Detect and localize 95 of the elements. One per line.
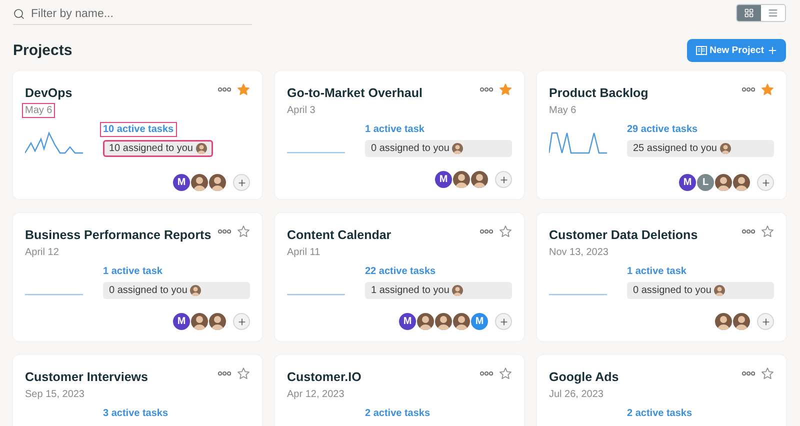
add-member-button[interactable] [495, 171, 512, 188]
member-avatar[interactable]: M [398, 312, 417, 331]
project-date: Jul 26, 2023 [548, 388, 604, 401]
plus-icon [498, 316, 508, 326]
project-name[interactable]: Google Ads [549, 370, 619, 384]
assigned-count: 1 assigned to you [371, 285, 450, 296]
more-icon[interactable] [480, 87, 493, 92]
list-icon [768, 8, 778, 18]
search-icon [13, 8, 25, 20]
member-avatar[interactable]: M [172, 312, 191, 331]
add-member-button[interactable] [233, 313, 250, 330]
add-member-button[interactable] [233, 174, 250, 191]
member-avatar[interactable] [452, 170, 471, 189]
project-date: Nov 13, 2023 [548, 246, 610, 259]
project-date: May 6 [23, 104, 54, 117]
project-date: April 3 [286, 104, 316, 117]
member-avatar[interactable] [452, 312, 471, 331]
member-avatar[interactable] [714, 173, 733, 192]
project-date: April 11 [286, 246, 322, 259]
member-avatar[interactable] [714, 312, 733, 331]
member-avatar[interactable]: M [678, 173, 697, 192]
star-icon[interactable] [499, 225, 512, 238]
plus-icon [236, 316, 246, 326]
assigned-count: 10 assigned to you [109, 143, 193, 154]
project-name[interactable]: Business Performance Reports [25, 228, 212, 242]
plus-icon [760, 178, 770, 188]
project-name[interactable]: Go-to-Market Overhaul [287, 86, 422, 100]
member-avatar[interactable] [732, 312, 751, 331]
plus-icon [760, 316, 770, 326]
project-name[interactable]: Product Backlog [549, 86, 648, 100]
list-view-button[interactable] [761, 5, 785, 21]
sparkline-chart [287, 294, 345, 296]
avatar-icon [452, 285, 464, 296]
star-icon[interactable] [761, 83, 774, 96]
member-avatar[interactable] [732, 173, 751, 192]
member-avatar[interactable] [190, 312, 209, 331]
assigned-count: 0 assigned to you [109, 285, 188, 296]
board-icon [696, 46, 707, 55]
more-icon[interactable] [742, 229, 755, 234]
avatar-icon [452, 143, 464, 154]
more-icon[interactable] [218, 229, 231, 234]
avatar-icon [196, 143, 207, 154]
project-name[interactable]: DevOps [25, 86, 72, 100]
member-avatar[interactable] [208, 312, 227, 331]
star-icon[interactable] [499, 367, 512, 380]
more-icon[interactable] [218, 371, 231, 376]
more-icon[interactable] [480, 371, 493, 376]
more-icon[interactable] [480, 229, 493, 234]
assigned-count: 25 assigned to you [633, 143, 717, 154]
add-member-button[interactable] [495, 313, 512, 330]
plus-icon [767, 45, 778, 56]
avatar-icon [714, 285, 726, 296]
grid-icon [744, 8, 754, 18]
star-icon[interactable] [237, 225, 250, 238]
add-member-button[interactable] [757, 313, 774, 330]
plus-icon [236, 178, 246, 188]
member-avatar[interactable]: M [172, 173, 191, 192]
star-icon[interactable] [237, 367, 250, 380]
sparkline-chart [549, 131, 607, 155]
grid-view-button[interactable] [737, 5, 761, 21]
sparkline-chart [287, 152, 345, 154]
member-avatar[interactable] [416, 312, 435, 331]
assigned-count: 0 assigned to you [633, 285, 712, 296]
project-name[interactable]: Customer Interviews [25, 370, 148, 384]
member-avatar[interactable] [434, 312, 453, 331]
sparkline-chart [25, 131, 83, 155]
member-avatar[interactable]: L [696, 173, 715, 192]
member-avatar[interactable] [208, 173, 227, 192]
plus-icon [498, 174, 508, 184]
member-avatar[interactable]: M [434, 170, 453, 189]
star-icon[interactable] [499, 83, 512, 96]
more-icon[interactable] [742, 87, 755, 92]
project-name[interactable]: Content Calendar [287, 228, 392, 242]
assigned-count: 0 assigned to you [371, 143, 450, 154]
more-icon[interactable] [742, 371, 755, 376]
star-icon[interactable] [237, 83, 250, 96]
project-date: Apr 12, 2023 [286, 388, 346, 401]
member-avatar[interactable] [190, 173, 209, 192]
project-date: April 12 [24, 246, 60, 259]
search-field[interactable]: Filter by name... [13, 4, 252, 25]
sparkline-chart [549, 294, 607, 296]
search-input[interactable]: Filter by name... [29, 7, 252, 21]
star-icon[interactable] [761, 225, 774, 238]
project-date: Sep 15, 2023 [24, 388, 86, 401]
project-date: May 6 [548, 104, 578, 117]
avatar-icon [720, 143, 731, 154]
star-icon[interactable] [761, 367, 774, 380]
sparkline-chart [25, 294, 83, 296]
avatar-icon [190, 285, 202, 296]
project-name[interactable]: Customer.IO [287, 370, 362, 384]
page-title: Projects [13, 42, 72, 59]
project-name[interactable]: Customer Data Deletions [549, 228, 698, 242]
member-avatar[interactable] [470, 170, 489, 189]
add-member-button[interactable] [757, 174, 774, 191]
more-icon[interactable] [218, 87, 231, 92]
